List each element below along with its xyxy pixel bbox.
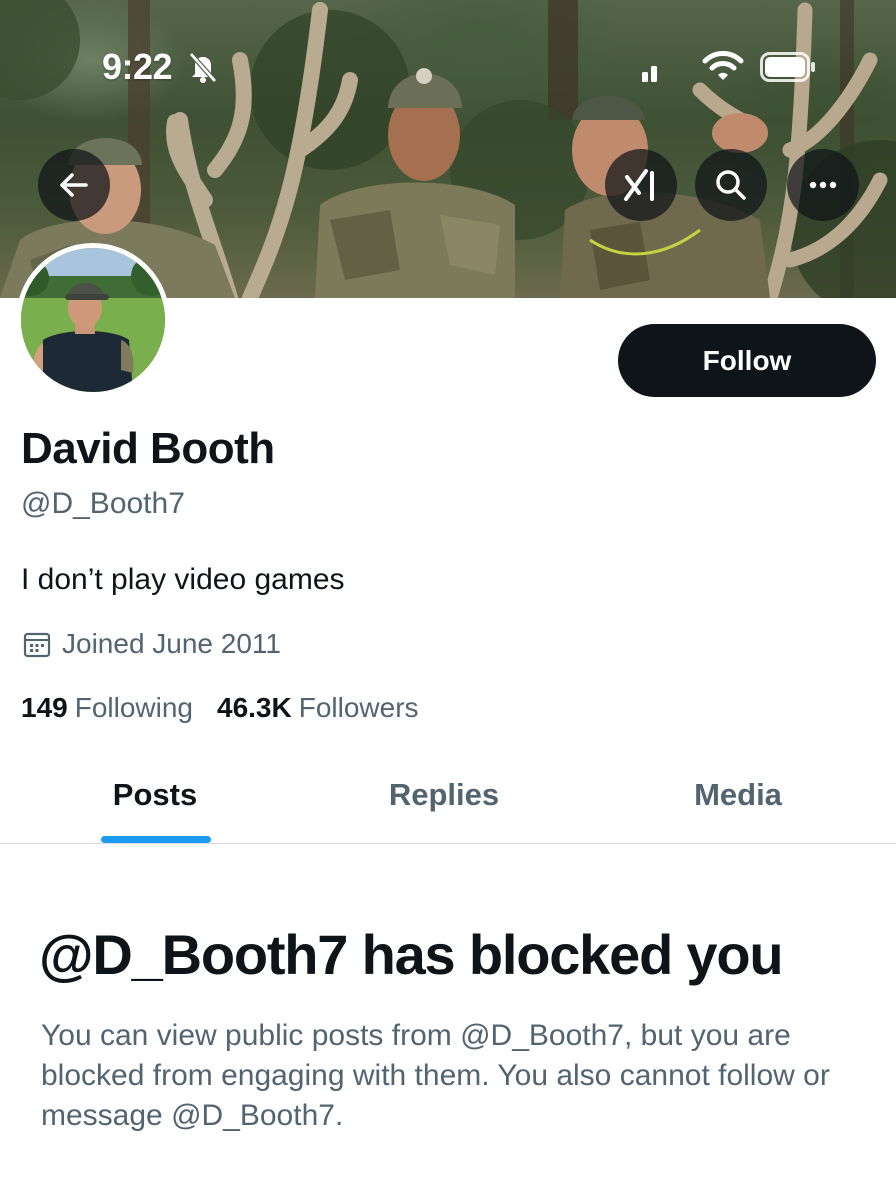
avatar-photo: [21, 248, 165, 392]
following-label: Following: [74, 692, 193, 723]
cellular-signal-icon: [642, 66, 657, 82]
tab-posts[interactable]: Posts: [60, 746, 250, 844]
grok-icon: [624, 169, 654, 201]
profile-avatar[interactable]: [16, 243, 170, 397]
profile-bio: I don’t play video games: [21, 563, 345, 596]
followers-label: Followers: [298, 692, 419, 723]
search-icon: [716, 170, 746, 200]
banner-photo: [0, 0, 896, 298]
followers-count: 46.3K: [217, 692, 292, 723]
bell-slash-icon: [189, 52, 217, 83]
profile-banner: 9:22: [0, 0, 896, 298]
followers-link[interactable]: 46.3K Followers: [217, 692, 419, 724]
more-horizontal-icon: [809, 181, 837, 189]
profile-tabs: Posts Replies Media: [0, 746, 896, 844]
status-time: 9:22: [102, 46, 173, 87]
back-button[interactable]: [38, 149, 110, 221]
tab-replies[interactable]: Replies: [349, 746, 539, 844]
blocked-notice-title: @D_Booth7 has blocked you: [39, 923, 784, 986]
arrow-left-icon: [60, 173, 88, 197]
follow-stats: 149 Following 46.3K Followers: [21, 692, 419, 724]
follow-button[interactable]: Follow: [618, 324, 876, 397]
joined-date-row: Joined June 2011: [22, 626, 281, 662]
wifi-icon: [702, 51, 744, 80]
more-options-button[interactable]: [787, 149, 859, 221]
battery-icon: [760, 52, 815, 82]
profile-display-name: David Booth: [21, 424, 275, 473]
calendar-icon: [23, 632, 51, 658]
search-button[interactable]: [695, 149, 767, 221]
following-link[interactable]: 149 Following: [21, 692, 193, 724]
following-count: 149: [21, 692, 68, 723]
tab-media[interactable]: Media: [643, 746, 833, 844]
grok-button[interactable]: [605, 149, 677, 221]
profile-handle: @D_Booth7: [21, 487, 185, 520]
active-tab-indicator: [101, 836, 211, 843]
blocked-notice-body: You can view public posts from @D_Booth7…: [41, 1019, 830, 1132]
joined-date: Joined June 2011: [62, 628, 281, 659]
